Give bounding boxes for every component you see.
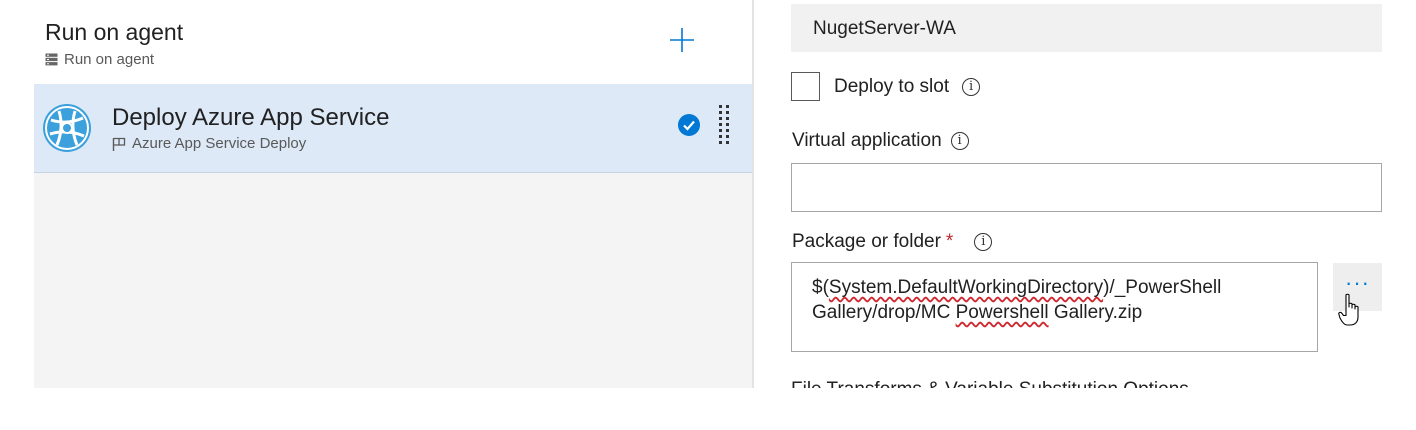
task-subtitle-row: Azure App Service Deploy <box>112 135 306 152</box>
virtual-application-input[interactable] <box>791 163 1382 212</box>
task-title: Deploy Azure App Service <box>112 104 390 131</box>
info-icon[interactable]: i <box>950 132 969 150</box>
phase-subtitle-row: Run on agent <box>45 51 154 68</box>
section-heading-partial: File Transforms & Variable Substitution … <box>791 379 1189 388</box>
task-row-deploy-azure-app-service[interactable]: Deploy Azure App Service Azure App Servi… <box>34 84 752 173</box>
package-path-line-2: Gallery/drop/MC Powershell Gallery.zip <box>812 302 1143 323</box>
checkmark-circle-icon <box>678 114 700 136</box>
phase-subtitle: Run on agent <box>64 51 155 68</box>
package-label-row: Package or folder * i <box>792 231 993 253</box>
deploy-to-slot-row: Deploy to slot i <box>791 72 981 101</box>
phase-panel: Run on agent Run on agent Deploy Azure A… <box>34 0 752 388</box>
server-icon <box>45 53 58 66</box>
package-path-line-1: $(System.DefaultWorkingDirectory)/_Power… <box>812 277 1222 298</box>
info-icon[interactable]: i <box>974 233 993 251</box>
deploy-to-slot-checkbox[interactable] <box>791 72 820 101</box>
panel-divider[interactable] <box>752 0 754 388</box>
deploy-to-slot-label: Deploy to slot <box>834 75 950 97</box>
virtual-application-label-row: Virtual application i <box>792 130 969 152</box>
required-marker: * <box>945 231 954 252</box>
phase-title: Run on agent <box>45 19 184 45</box>
task-subtitle: Azure App Service Deploy <box>132 135 307 152</box>
app-service-name-value: NugetServer-WA <box>813 18 956 39</box>
phase-header[interactable]: Run on agent Run on agent <box>34 0 752 84</box>
package-label: Package or folder <box>792 231 941 252</box>
azure-app-service-icon <box>43 104 91 152</box>
virtual-application-label: Virtual application <box>792 130 942 151</box>
info-icon[interactable]: i <box>962 77 981 96</box>
add-task-button[interactable] <box>666 24 698 56</box>
hand-cursor-icon <box>1338 293 1359 326</box>
flag-icon <box>112 137 126 151</box>
package-path-textarea[interactable]: $(System.DefaultWorkingDirectory)/_Power… <box>791 262 1318 352</box>
app-service-name-field[interactable]: NugetServer-WA <box>791 4 1382 52</box>
drag-handle-icon[interactable] <box>718 104 730 150</box>
plus-icon <box>670 28 694 52</box>
file-transforms-section: File Transforms & Variable Substitution … <box>791 370 1411 388</box>
